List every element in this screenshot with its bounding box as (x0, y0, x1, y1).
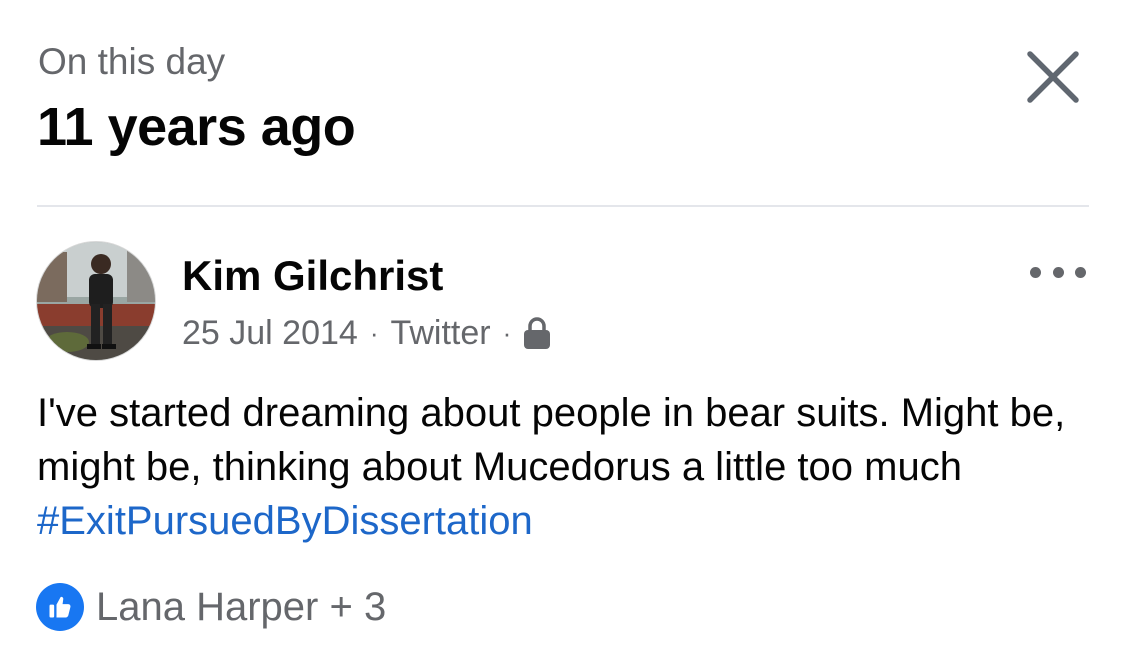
memory-kicker: On this day (38, 41, 226, 82)
meta-separator: · (502, 317, 512, 348)
more-dot (1075, 266, 1086, 278)
meta-separator: · (369, 317, 379, 348)
post-text: I've started dreaming about people in be… (37, 386, 1097, 548)
reaction-names: Lana Harper + 3 (96, 584, 387, 629)
more-options-button[interactable] (1030, 258, 1086, 286)
like-icon (49, 596, 71, 618)
author-name[interactable]: Kim Gilchrist (182, 250, 443, 302)
post-meta: 25 Jul 2014 · Twitter · (182, 311, 551, 355)
lock-icon[interactable] (523, 316, 551, 350)
hashtag-link[interactable]: #ExitPursuedByDissertation (37, 499, 533, 543)
reactions-summary[interactable]: Lana Harper + 3 (36, 582, 386, 632)
memory-title: 11 years ago (37, 97, 356, 157)
post-date[interactable]: 25 Jul 2014 (182, 314, 358, 353)
more-dot (1030, 266, 1041, 278)
avatar-photo (37, 242, 155, 360)
post-body: I've started dreaming about people in be… (37, 391, 1066, 489)
close-button[interactable] (1024, 48, 1082, 106)
header-divider (37, 205, 1089, 207)
like-badge (36, 583, 84, 631)
post-source: Twitter (390, 313, 491, 352)
more-dot (1052, 266, 1064, 278)
close-icon (1027, 51, 1079, 103)
avatar[interactable] (36, 241, 156, 361)
